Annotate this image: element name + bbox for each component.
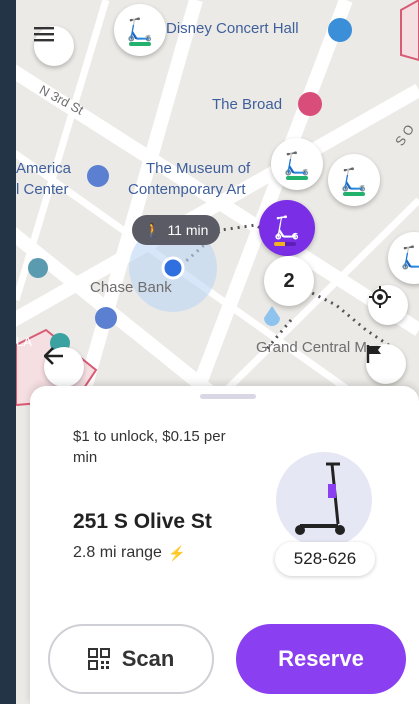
battery-bar (286, 176, 308, 180)
battery-bar (274, 242, 296, 246)
map-label-america-line1: America (16, 160, 72, 177)
app-screen: Disney Concert Hall The Broad The Museum… (16, 0, 419, 704)
scooter-pin[interactable]: 🛴 (271, 138, 323, 190)
sheet-drag-handle[interactable] (200, 394, 256, 399)
map-label-disney: Disney Concert Hall (166, 20, 299, 37)
map-label-museum-line2: Contemporary Art (128, 181, 246, 198)
reserve-label: Reserve (278, 646, 364, 671)
scooter-icon: 🛴 (340, 167, 368, 192)
scooter-icon: 🛴 (283, 151, 311, 176)
pricing-text: $1 to unlock, $0.15 per min (73, 428, 226, 466)
menu-icon (34, 27, 54, 42)
scooter-image (276, 452, 372, 548)
menu-button[interactable] (34, 26, 74, 66)
scooter-icon: 🛴 (273, 215, 301, 240)
range-info: 2.8 mi range ⚡ (73, 544, 185, 562)
range-text: 2.8 mi range (73, 544, 162, 561)
scooter-illustration (295, 462, 345, 535)
walk-time-text: 11 min (167, 222, 209, 238)
scan-label: Scan (121, 646, 175, 671)
scooter-address: 251 S Olive St (73, 510, 212, 533)
map-label-grand-central: Grand Central M (256, 339, 367, 356)
map-label-museum-line1: The Museum of (146, 160, 251, 177)
scooter-cluster[interactable]: 2 (264, 256, 314, 306)
locate-icon (369, 286, 391, 308)
map-label-america-line2: l Center (16, 181, 69, 198)
walk-time-badge: 🚶 11 min (132, 215, 221, 245)
back-arrow-icon (44, 347, 63, 365)
selected-scooter-pin[interactable]: 🛴 (259, 200, 315, 256)
flag-button[interactable] (366, 344, 406, 384)
reserve-button[interactable]: Reserve (236, 624, 406, 694)
map-label-chase: Chase Bank (90, 279, 172, 296)
walk-icon: 🚶 (144, 221, 162, 238)
lightning-icon: ⚡ (167, 544, 186, 561)
scooter-pin[interactable]: 🛴 (114, 4, 166, 56)
scooter-detail-sheet: $1 to unlock, $0.15 per min 251 S Olive … (30, 386, 419, 704)
battery-bar (129, 42, 151, 46)
locate-button[interactable] (368, 285, 408, 325)
cluster-count: 2 (283, 269, 295, 292)
flag-icon (366, 345, 381, 363)
battery-bar (343, 192, 365, 196)
map-label-broad: The Broad (212, 96, 283, 113)
scooter-pin[interactable]: 🛴 (328, 154, 380, 206)
map-label-la: LA (16, 334, 32, 349)
scooter-icon: 🛴 (126, 17, 154, 42)
vehicle-code: 528-626 (293, 549, 357, 568)
scan-button[interactable]: Scan (48, 624, 214, 694)
back-button[interactable] (44, 347, 84, 387)
qr-code-icon (87, 648, 110, 670)
vehicle-code-badge: 528-626 (275, 542, 375, 576)
scooter-icon: 🛴 (400, 245, 419, 270)
